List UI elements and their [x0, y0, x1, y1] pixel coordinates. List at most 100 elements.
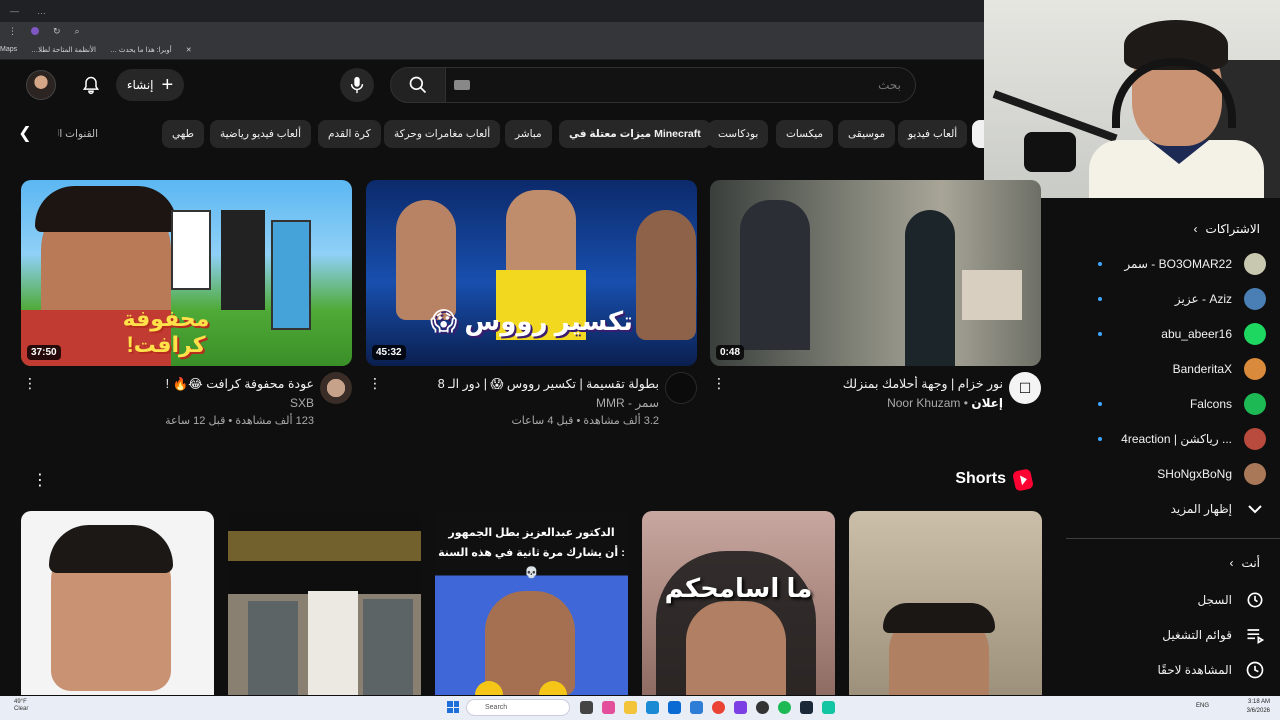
video-card-ad[interactable]: 0:48 ⋮ نور خزام | وجهة أحلامك بمنزلك إعل…: [710, 180, 1041, 436]
sidebar-item-subscription[interactable]: عزيز - Aziz: [1066, 282, 1280, 316]
create-button[interactable]: إنشاء +: [116, 69, 184, 101]
search-icon[interactable]: ⌕: [75, 26, 80, 37]
edge-icon[interactable]: [646, 701, 659, 714]
channel-avatar[interactable]: [320, 372, 352, 404]
video-card[interactable]: تكسير رووس 😱 45:32 ⋮ بطولة تقسيمة | تكسي…: [366, 180, 697, 436]
channel-name[interactable]: SXB: [290, 396, 314, 410]
short-card[interactable]: ما اسامحكم: [642, 511, 835, 695]
app-icon[interactable]: [822, 701, 835, 714]
thumb-character-white: [171, 210, 211, 290]
voice-search-button[interactable]: [340, 68, 374, 102]
chip[interactable]: ألعاب فيديو: [898, 120, 968, 148]
channel-avatar[interactable]: ☐: [1009, 372, 1041, 404]
reload-icon[interactable]: ↻: [53, 26, 61, 37]
shorts-more-icon[interactable]: ⋮: [32, 470, 48, 490]
short-kaaba-band: [228, 531, 421, 561]
subscription-label: SHoNgxBoNg: [1157, 467, 1232, 481]
spotify-icon[interactable]: [778, 701, 791, 714]
subscription-label: 4reaction | رياكشن ...: [1121, 432, 1232, 446]
more-options-icon[interactable]: ⋮: [712, 376, 726, 390]
chip[interactable]: ميكسات: [776, 120, 834, 148]
tab-title[interactable]: …: [37, 6, 46, 16]
sidebar-item-history[interactable]: السجل: [1066, 583, 1280, 617]
keyboard-icon[interactable]: [454, 80, 470, 90]
search-button[interactable]: [390, 67, 446, 103]
new-content-dot: [1098, 437, 1102, 441]
chrome-icon[interactable]: [712, 701, 725, 714]
chip[interactable]: موسيقى: [838, 120, 896, 148]
channel-avatar: [1244, 428, 1266, 450]
sidebar-item-playlists[interactable]: قوائم التشغيل: [1066, 618, 1280, 652]
subscription-label: Falcons: [1189, 397, 1232, 411]
chip[interactable]: ألعاب مغامرات وحركة: [384, 120, 501, 148]
sidebar-item-subscription[interactable]: SHoNgxBoNg: [1066, 457, 1280, 491]
microphone-icon: [350, 76, 364, 94]
copilot-icon[interactable]: [602, 701, 615, 714]
sidebar-item-subscription[interactable]: سمر - BO3OMAR22: [1066, 247, 1280, 281]
window-minimize-icon[interactable]: —: [10, 6, 19, 16]
chips-scroll-left-icon[interactable]: ❮: [14, 122, 36, 144]
short-card[interactable]: [21, 511, 214, 695]
video-thumbnail[interactable]: محفوفة كرافت! 37:50: [21, 180, 352, 366]
channel-avatar[interactable]: [665, 372, 697, 404]
video-card[interactable]: محفوفة كرافت! 37:50 ⋮ عودة محفوفة كرافت …: [21, 180, 352, 436]
chip[interactable]: ألعاب فيديو رياضية: [210, 120, 312, 148]
short-card[interactable]: [228, 511, 421, 695]
video-title[interactable]: نور خزام | وجهة أحلامك بمنزلك: [733, 376, 1003, 391]
language-indicator[interactable]: ENG: [1196, 703, 1209, 709]
sidebar-item-subscription[interactable]: Falcons: [1066, 387, 1280, 421]
obs-icon[interactable]: [756, 701, 769, 714]
you-label: أنت: [1241, 556, 1260, 570]
opera-gx-icon[interactable]: [734, 701, 747, 714]
clock[interactable]: 3:18 AM 3/6/2026: [1247, 698, 1270, 716]
youtube-header: إنشاء +: [0, 60, 984, 110]
video-thumbnail[interactable]: تكسير رووس 😱 45:32: [366, 180, 697, 366]
account-avatar[interactable]: [26, 70, 56, 100]
more-icon[interactable]: ⋮: [8, 26, 17, 37]
extension-icon[interactable]: [31, 27, 39, 35]
file-explorer-icon[interactable]: [624, 701, 637, 714]
steam-icon[interactable]: [800, 701, 813, 714]
chip[interactable]: كرة القدم: [318, 120, 381, 148]
subscription-label: سمر - BO3OMAR22: [1124, 257, 1232, 271]
notifications-bell-icon[interactable]: [78, 72, 104, 98]
shorts-title: Shorts: [955, 470, 1006, 487]
short-card[interactable]: [849, 511, 1042, 695]
taskbar-search[interactable]: Search: [466, 699, 570, 716]
channel-name[interactable]: Noor Khuzam: [887, 396, 960, 410]
store-icon[interactable]: [668, 701, 681, 714]
channel-avatar: [1244, 253, 1266, 275]
chip[interactable]: طهي: [162, 120, 204, 148]
bookmark-item[interactable]: الأنظمة المتاحة لطلا…: [31, 46, 96, 54]
video-title[interactable]: عودة محفوفة كرافت 😂🔥 !: [44, 376, 314, 392]
chip-all-selected[interactable]: [972, 120, 984, 148]
weather-widget[interactable]: 49°F Clear: [14, 699, 28, 713]
video-title[interactable]: بطولة تقسيمة | تكسير رووس 😱 | دور الـ 8: [389, 376, 659, 391]
chip[interactable]: مباشر: [505, 120, 552, 148]
video-thumbnail[interactable]: 0:48: [710, 180, 1041, 366]
bookmark-x-icon[interactable]: ✕: [186, 46, 192, 54]
short-card[interactable]: الدكتور عبدالعزيز بطل الجمهور : أن يشارك…: [435, 511, 628, 695]
show-more-button[interactable]: إظهار المزيد: [1066, 492, 1280, 526]
sidebar-item-watch-later[interactable]: المشاهدة لاحقًا: [1066, 653, 1280, 687]
bookmark-item[interactable]: Maps: [0, 46, 17, 53]
sidebar-item-subscription[interactable]: abu_abeer16: [1066, 317, 1280, 351]
thumb-text: تكسير رووس 😱: [430, 306, 633, 336]
chip[interactable]: بودكاست: [708, 120, 769, 148]
more-options-icon[interactable]: ⋮: [368, 376, 382, 390]
mail-icon[interactable]: [690, 701, 703, 714]
bookmark-item[interactable]: أوبرا: هذا ما يحدث …: [110, 46, 172, 54]
chip[interactable]: ميزات معتلة في Minecraft: [559, 120, 711, 148]
sidebar-item-subscription[interactable]: BanderitaX: [1066, 352, 1280, 386]
channel-name[interactable]: سمر - MMR: [596, 396, 659, 410]
you-header[interactable]: أنت ›: [1230, 556, 1260, 570]
subscriptions-header[interactable]: الاشتراكات ›: [1194, 222, 1260, 236]
windows-start-icon[interactable]: [447, 701, 459, 713]
sidebar-item-subscription[interactable]: 4reaction | رياكشن ...: [1066, 422, 1280, 456]
task-view-icon[interactable]: [580, 701, 593, 714]
chevron-right-icon: ›: [1229, 556, 1234, 570]
search-input[interactable]: [469, 78, 901, 92]
more-options-icon[interactable]: ⋮: [23, 376, 37, 390]
chip-partial[interactable]: القنوات التي تم تحميلها: [58, 120, 98, 148]
search-box[interactable]: [446, 67, 916, 103]
